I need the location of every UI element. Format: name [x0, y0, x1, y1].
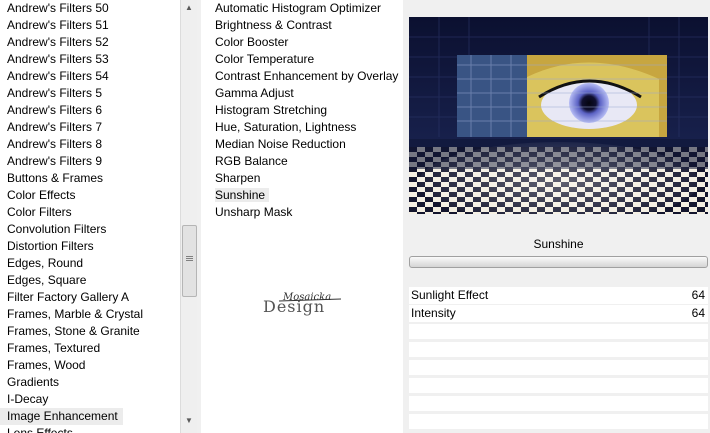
filter-item[interactable]: Color Temperature — [201, 51, 403, 68]
category-item[interactable]: Lens Effects — [0, 425, 180, 433]
category-item[interactable]: Color Filters — [0, 204, 180, 221]
empty-param-row — [409, 360, 708, 375]
category-item[interactable]: Andrew's Filters 52 — [0, 34, 180, 51]
category-item[interactable]: I-Decay — [0, 391, 180, 408]
filter-label: Color Temperature — [215, 52, 315, 66]
param-value[interactable]: 64 — [692, 287, 705, 304]
filter-label: Median Noise Reduction — [215, 137, 346, 151]
filter-label: Color Booster — [215, 35, 289, 49]
category-item[interactable]: Andrew's Filters 6 — [0, 102, 180, 119]
scroll-thumb[interactable] — [182, 225, 197, 297]
category-scrollbar[interactable]: ▲ ▼ — [180, 0, 197, 433]
filter-item[interactable]: Gamma Adjust — [201, 85, 403, 102]
filter-label: RGB Balance — [215, 154, 288, 168]
filter-label: Histogram Stretching — [215, 103, 328, 117]
filter-item[interactable]: Color Booster — [201, 34, 403, 51]
category-item[interactable]: Andrew's Filters 50 — [0, 0, 180, 17]
grip-lines-icon — [186, 256, 193, 257]
filter-item[interactable]: Unsharp Mask — [201, 204, 403, 221]
empty-param-row — [409, 414, 708, 429]
category-item[interactable]: Andrew's Filters 8 — [0, 136, 180, 153]
scroll-down-icon[interactable]: ▼ — [181, 413, 197, 429]
filter-item[interactable]: Histogram Stretching — [201, 102, 403, 119]
filter-item[interactable]: Contrast Enhancement by Overlay — [201, 68, 403, 85]
filter-label: Unsharp Mask — [215, 205, 293, 219]
filter-list[interactable]: Automatic Histogram Optimizer Brightness … — [201, 0, 403, 433]
category-item[interactable]: Andrew's Filters 9 — [0, 153, 180, 170]
scroll-up-icon[interactable]: ▲ — [181, 0, 197, 16]
category-item[interactable]: Edges, Round — [0, 255, 180, 272]
category-item[interactable]: Convolution Filters — [0, 221, 180, 238]
empty-param-row — [409, 324, 708, 339]
category-item[interactable]: Andrew's Filters 51 — [0, 17, 180, 34]
category-item[interactable]: Gradients — [0, 374, 180, 391]
category-item[interactable]: Andrew's Filters 54 — [0, 68, 180, 85]
category-item[interactable]: Distortion Filters — [0, 238, 180, 255]
category-item[interactable]: Andrew's Filters 7 — [0, 119, 180, 136]
filter-label: Contrast Enhancement by Overlay — [215, 69, 399, 83]
filter-label: Sunshine — [215, 188, 270, 202]
category-item[interactable]: Andrew's Filters 53 — [0, 51, 180, 68]
filter-label: Hue, Saturation, Lightness — [215, 120, 357, 134]
filter-label: Sharpen — [215, 171, 261, 185]
category-item[interactable]: Edges, Square — [0, 272, 180, 289]
category-list[interactable]: Andrew's Filters 50 Andrew's Filters 51 An… — [0, 0, 180, 433]
param-label: Intensity — [411, 306, 456, 320]
filter-label: Automatic Histogram Optimizer — [215, 1, 382, 15]
filter-item[interactable]: Median Noise Reduction — [201, 136, 403, 153]
filter-label: Gamma Adjust — [215, 86, 294, 100]
param-intensity[interactable]: Intensity 64 — [409, 305, 708, 322]
filter-item[interactable]: Hue, Saturation, Lightness — [201, 119, 403, 136]
param-sunlight-effect[interactable]: Sunlight Effect 64 — [409, 287, 708, 304]
preview-image — [409, 17, 708, 214]
category-item[interactable]: Filter Factory Gallery A — [0, 289, 180, 306]
filter-item[interactable]: RGB Balance — [201, 153, 403, 170]
empty-param-row — [409, 342, 708, 357]
empty-param-row — [409, 378, 708, 393]
filter-label: Brightness & Contrast — [215, 18, 332, 32]
preview-title: Sunshine — [533, 237, 584, 251]
category-item[interactable]: Image Enhancement — [0, 408, 123, 425]
progress-bar — [409, 256, 708, 268]
category-item[interactable]: Color Effects — [0, 187, 180, 204]
category-item[interactable]: Buttons & Frames — [0, 170, 180, 187]
param-label: Sunlight Effect — [411, 288, 489, 302]
logo: Mosaicka Design — [261, 287, 351, 326]
filter-item[interactable]: Sunshine — [201, 187, 403, 204]
param-value[interactable]: 64 — [692, 305, 705, 322]
category-item[interactable]: Frames, Textured — [0, 340, 180, 357]
filter-item[interactable]: Brightness & Contrast — [201, 17, 403, 34]
category-item[interactable]: Andrew's Filters 5 — [0, 85, 180, 102]
empty-param-row — [409, 396, 708, 411]
filter-item[interactable]: Automatic Histogram Optimizer — [201, 0, 403, 17]
filter-item[interactable]: Sharpen — [201, 170, 403, 187]
category-item[interactable]: Frames, Marble & Crystal — [0, 306, 180, 323]
category-item[interactable]: Frames, Wood — [0, 357, 180, 374]
category-item[interactable]: Frames, Stone & Granite — [0, 323, 180, 340]
